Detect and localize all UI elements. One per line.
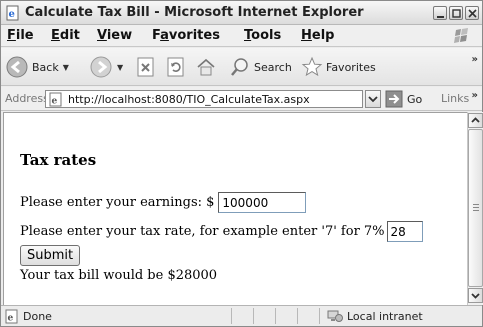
close-button[interactable] <box>465 6 479 20</box>
back-button[interactable]: Back ▼ <box>5 53 69 81</box>
status-divider <box>253 308 254 324</box>
security-zone: Local intranet <box>327 309 423 323</box>
svg-text:e: e <box>8 314 14 324</box>
back-label: Back <box>32 60 59 74</box>
page-heading: Tax rates <box>20 151 97 169</box>
menu-file[interactable]: File <box>7 28 34 43</box>
chevron-down-icon[interactable]: ▼ <box>117 63 123 72</box>
earnings-label: Please enter your earnings: $ <box>20 195 215 210</box>
search-label: Search <box>254 60 292 74</box>
grip-icon <box>473 204 479 213</box>
menu-tools[interactable]: Tools <box>244 28 281 43</box>
title-bar: e Calculate Tax Bill - Microsoft Interne… <box>1 1 482 25</box>
minimize-button[interactable] <box>433 6 447 20</box>
status-divider <box>319 308 320 324</box>
stop-button[interactable] <box>135 53 157 81</box>
address-dropdown-button[interactable] <box>365 90 381 108</box>
intranet-icon <box>327 310 343 322</box>
tax-rate-row: Please enter your tax rate, for example … <box>20 221 423 242</box>
links-overflow-icon[interactable]: » <box>472 90 478 101</box>
windows-logo-icon <box>454 28 468 43</box>
menu-help[interactable]: Help <box>301 28 334 43</box>
menu-bar: File Edit View Favorites Tools Help <box>1 25 482 47</box>
home-button[interactable] <box>195 53 217 81</box>
address-input[interactable]: e http://localhost:8080/TIO_CalculateTax… <box>45 90 363 108</box>
browser-window: e Calculate Tax Bill - Microsoft Interne… <box>0 0 483 327</box>
status-text: Done <box>23 310 52 323</box>
address-bar: Address e http://localhost:8080/TIO_Calc… <box>1 87 482 111</box>
tax-result-text: Your tax bill would be $28000 <box>20 268 218 283</box>
forward-button[interactable]: ▼ <box>89 53 123 81</box>
earnings-row: Please enter your earnings: $ <box>20 192 307 213</box>
chevron-up-icon <box>471 117 480 123</box>
scroll-up-button[interactable] <box>468 113 483 128</box>
go-button[interactable]: Go <box>385 90 422 108</box>
menu-view[interactable]: View <box>97 28 132 43</box>
earnings-input[interactable] <box>218 192 307 213</box>
search-button[interactable]: Search <box>229 53 292 81</box>
refresh-icon <box>167 57 184 77</box>
links-button[interactable]: Links <box>441 92 469 105</box>
page-content: Tax rates Please enter your earnings: $ … <box>3 112 467 305</box>
status-divider <box>297 308 298 324</box>
menu-favorites[interactable]: Favorites <box>152 28 220 43</box>
maximize-icon <box>452 9 461 18</box>
tax-rate-input[interactable] <box>386 221 423 242</box>
search-icon <box>231 58 248 76</box>
security-zone-label: Local intranet <box>347 309 423 323</box>
page-icon: e <box>49 92 62 107</box>
chevron-down-icon[interactable]: ▼ <box>63 63 69 72</box>
window-title: Calculate Tax Bill - Microsoft Internet … <box>25 5 364 20</box>
maximize-button[interactable] <box>449 6 463 20</box>
forward-arrow-icon <box>90 56 112 78</box>
svg-text:e: e <box>52 97 58 107</box>
address-label: Address <box>5 92 49 105</box>
toolbar: Back ▼ ▼ Search Favorites » <box>1 48 482 86</box>
chevron-down-icon <box>471 293 480 299</box>
page-done-icon: e <box>5 309 18 324</box>
submit-button[interactable]: Submit <box>20 245 81 266</box>
close-icon <box>468 9 477 18</box>
back-arrow-icon <box>6 56 28 78</box>
ie-page-icon: e <box>6 5 19 21</box>
refresh-button[interactable] <box>165 53 187 81</box>
chevron-down-icon <box>368 96 378 103</box>
menu-edit[interactable]: Edit <box>51 28 80 43</box>
vertical-scrollbar[interactable] <box>467 112 483 305</box>
svg-text:e: e <box>9 9 15 20</box>
status-divider <box>231 308 232 324</box>
star-icon <box>301 56 323 77</box>
favorites-label: Favorites <box>326 60 376 74</box>
status-bar: e Done Local intranet <box>1 305 482 326</box>
stop-icon <box>137 57 154 77</box>
status-divider <box>275 308 276 324</box>
address-url: http://localhost:8080/TIO_CalculateTax.a… <box>68 93 310 106</box>
home-icon <box>197 58 215 76</box>
scroll-thumb[interactable] <box>468 129 483 287</box>
tax-rate-label: Please enter your tax rate, for example … <box>20 224 385 239</box>
toolbar-overflow-icon[interactable]: » <box>472 54 478 65</box>
minimize-icon <box>437 16 444 18</box>
go-arrow-icon <box>385 90 403 108</box>
favorites-button[interactable]: Favorites <box>301 53 376 81</box>
scroll-down-button[interactable] <box>468 288 483 303</box>
go-label: Go <box>407 92 423 106</box>
